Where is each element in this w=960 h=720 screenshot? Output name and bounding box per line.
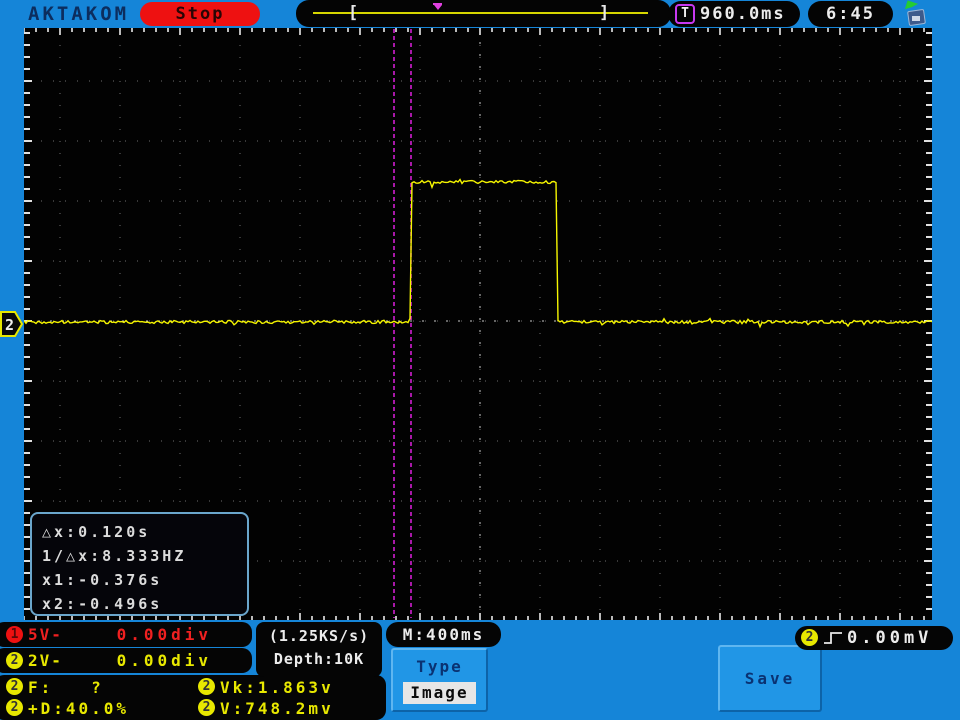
oscilloscope-screen: AKTAKOM Stop [ ] T 960.0ms 6:45 2 △x:0.1… [0, 0, 960, 720]
meas-v-badge: 2 [198, 699, 215, 716]
cursor-measurement-box: △x:0.120s 1/△x:8.333HZ x1:-0.376s x2:-0.… [30, 512, 249, 616]
meas-vk: Vk:1.863v [220, 678, 334, 697]
channel1-offset: 0.00div [116, 625, 212, 644]
trigger-settings-readout: 2 0.00mV [795, 626, 953, 650]
channel2-position-marker: 2 [0, 311, 24, 337]
measurements-panel: 2 F: ? 2 Vk:1.863v 2 +D:40.0% 2 V:748.2m… [0, 675, 386, 720]
channel2-offset: 0.00div [116, 651, 212, 670]
window-bracket-left: [ [348, 3, 359, 23]
meas-duty-badge: 2 [6, 699, 23, 716]
cursor-delta-x: △x:0.120s [42, 523, 151, 541]
acquisition-status-badge: Stop [140, 2, 260, 26]
brand-logo: AKTAKOM [28, 3, 130, 25]
channel1-scale: 5V- [28, 625, 63, 644]
cursor-frequency: 1/△x:8.333HZ [42, 547, 187, 565]
channel2-badge: 2 [6, 652, 23, 669]
trigger-time-readout: T 960.0ms [668, 1, 800, 27]
acquisition-info-panel: (1.25KS/s) Depth:10K [256, 622, 382, 677]
type-menu-button[interactable]: Type Image [391, 648, 488, 712]
cursor-x2: x2:-0.496s [42, 595, 163, 613]
trigger-position-marker-icon [433, 3, 442, 11]
svg-text:2: 2 [5, 316, 14, 334]
meas-frequency: F: ? [28, 678, 104, 697]
channel2-trace [23, 178, 933, 329]
channel2-scale: 2V- [28, 651, 63, 670]
meas-vk-badge: 2 [198, 678, 215, 695]
record-depth: Depth:10K [273, 650, 365, 668]
trigger-time-value: 960.0ms [700, 4, 786, 24]
trigger-source-badge: 2 [801, 629, 818, 646]
channel1-status-row: 1 5V- 0.00div [0, 622, 252, 647]
type-menu-selected-value[interactable]: Image [403, 682, 476, 704]
trigger-t-icon: T [675, 4, 695, 24]
meas-duty: +D:40.0% [28, 699, 130, 718]
cursor-x1: x1:-0.376s [42, 571, 163, 589]
timebase-readout: M:400ms [386, 622, 501, 647]
meas-v: V:748.2mv [220, 699, 334, 718]
type-menu-label: Type [416, 657, 463, 676]
clock: 6:45 [808, 1, 893, 27]
save-button[interactable]: Save [718, 645, 822, 712]
rising-edge-icon [824, 632, 842, 644]
trigger-level-value: 0.00mV [847, 628, 933, 648]
trigger-position-bar: [ ] [296, 0, 671, 27]
window-bracket-right: ] [599, 3, 610, 23]
channel1-badge: 1 [6, 626, 23, 643]
meas-frequency-badge: 2 [6, 678, 23, 695]
sample-rate: (1.25KS/s) [268, 627, 370, 645]
record-length-line [313, 12, 648, 14]
channel2-status-row: 2 2V- 0.00div [0, 648, 252, 673]
usb-save-disk-icon [904, 0, 928, 27]
